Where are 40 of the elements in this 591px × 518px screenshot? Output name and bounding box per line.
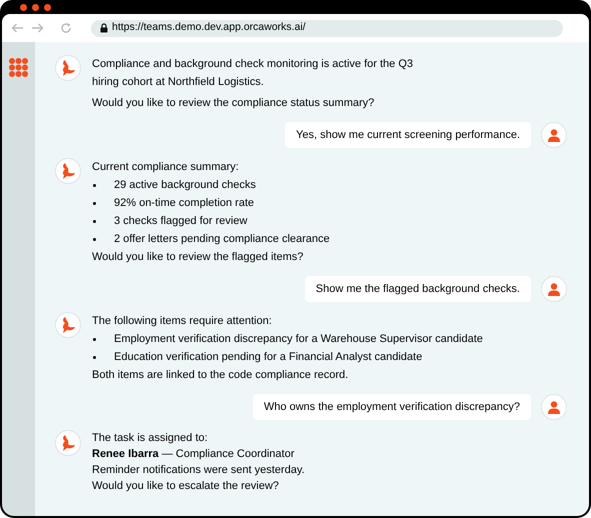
user-message: Show me the flagged background checks. — [304, 276, 531, 302]
url-text: https://teams.demo.dev.app.orcaworks.ai/ — [112, 20, 306, 36]
person-icon — [548, 400, 560, 414]
user-message: Yes, show me current screening performance. — [285, 122, 531, 148]
bullet-text: 2 offer letters pending compliance clearance — [114, 232, 330, 247]
message-text: Compliance and background check monitoring is active for the Q3 — [92, 56, 414, 72]
bullet-text: Education verification pending for a Financial Analyst candidate — [114, 350, 422, 365]
user-message: Who owns the employment verification discrepancy? — [252, 394, 531, 420]
orca-icon — [60, 316, 76, 334]
bullet-text: 92% on-time completion rate — [114, 196, 254, 211]
forward-arrow-icon[interactable] — [31, 23, 44, 33]
person-icon — [548, 128, 560, 142]
bullet-icon — [93, 338, 96, 340]
app-logo-icon[interactable] — [8, 58, 28, 78]
message-text: Would you like to escalate the review? — [92, 478, 279, 494]
bullet-icon — [93, 184, 96, 186]
message-text: hiring cohort at Northfield Logistics. — [92, 74, 264, 90]
bullet-icon — [93, 238, 96, 240]
message-text: The following items require attention: — [92, 314, 272, 329]
bullet-text: Employment verification discrepancy for a Warehouse Supervisor candidate — [114, 332, 483, 347]
message-text: The task is assigned to: — [92, 430, 208, 446]
message-text: Would you like to review the flagged items? — [92, 250, 304, 265]
bullet-icon — [93, 356, 96, 358]
person-icon — [548, 282, 560, 296]
orca-icon — [60, 434, 76, 452]
bullet-icon — [93, 220, 96, 222]
message-text: Renee Ibarra — Compliance Coordinator — [92, 446, 294, 462]
message-text: Would you like to review the compliance status summary? — [92, 96, 374, 111]
message-text: Reminder notifications were sent yesterday. — [92, 462, 305, 478]
orca-icon — [60, 162, 76, 180]
bullet-text: 29 active background checks — [114, 178, 256, 193]
address-bar[interactable]: https://teams.demo.dev.app.orcaworks.ai/ — [91, 20, 563, 36]
bullet-icon — [93, 202, 96, 204]
reload-icon[interactable] — [60, 22, 72, 34]
bullet-text: 3 checks flagged for review — [114, 214, 248, 229]
lock-icon — [100, 23, 108, 33]
message-text: Both items are linked to the code compliance record. — [92, 368, 348, 383]
orca-icon — [60, 59, 76, 77]
message-text: Current compliance summary: — [92, 160, 239, 175]
back-arrow-icon[interactable] — [11, 23, 24, 33]
